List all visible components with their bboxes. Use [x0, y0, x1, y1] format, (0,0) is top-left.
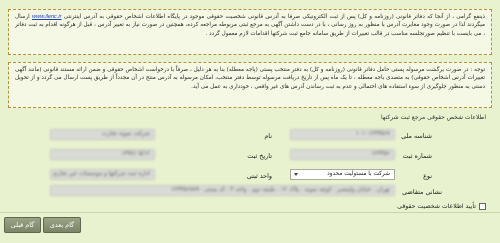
reg-date-label: تاریخ ثبت [247, 152, 272, 160]
type-label: نوع [423, 172, 432, 180]
type-select-value: شرکت با مسئولیت محدود [327, 171, 390, 177]
section-title: اطلاعات شخص حقوقی مرجع ثبت شرکتها [381, 114, 486, 121]
divider [0, 212, 500, 213]
type-select[interactable]: شرکت با مسئولیت محدود [290, 169, 395, 180]
address-label: نشانی متقاضی [402, 188, 442, 196]
return-mail-notice-text: توجه : در صورت برگشت مرسوله پستی حامل دف… [15, 67, 485, 90]
confirm-checkbox[interactable] [479, 203, 486, 210]
confirm-checkbox-label: تأیید اطلاعات شخصیت حقوقی [397, 203, 476, 210]
reg-unit-label: واحد ثبتی [246, 172, 272, 180]
confirm-row[interactable]: تأیید اطلاعات شخصیت حقوقی [397, 203, 486, 210]
national-id-label: شناسه ملی [401, 132, 432, 140]
return-mail-notice: توجه : در صورت برگشت مرسوله پستی حامل دف… [8, 62, 492, 108]
address-notice: ذینفع گرامی ، از آنجا که دفاتر قانونی (ر… [8, 9, 492, 55]
national-id-field: ۱۰۱۰۱۲۳۴۵۶۷ [290, 129, 395, 140]
address-notice-text: ذینفع گرامی ، از آنجا که دفاتر قانونی (ر… [63, 14, 486, 20]
ilenc-link[interactable]: www.ilenc.ir [32, 14, 62, 20]
reg-unit-field: اداره ثبت شرکتها و موسسات غیر تجاری تهرا… [50, 169, 155, 180]
address-field: تهران ، خیابان ولیعصر ، کوچه نمونه ، پلا… [50, 185, 395, 196]
name-label: نام [264, 132, 272, 140]
chevron-down-icon [294, 173, 298, 176]
reg-date-field: ۱۳۹۲/۰۵/۱۲ [50, 149, 155, 160]
next-step-button[interactable]: گام بعدی [43, 217, 81, 233]
name-field: شرکت نمونه تجارت [50, 129, 155, 140]
reg-number-field: ۱۲۳۴۵۶ [290, 149, 395, 160]
prev-step-button[interactable]: گام قبلی [4, 217, 41, 233]
reg-number-label: شماره ثبت [402, 152, 432, 160]
